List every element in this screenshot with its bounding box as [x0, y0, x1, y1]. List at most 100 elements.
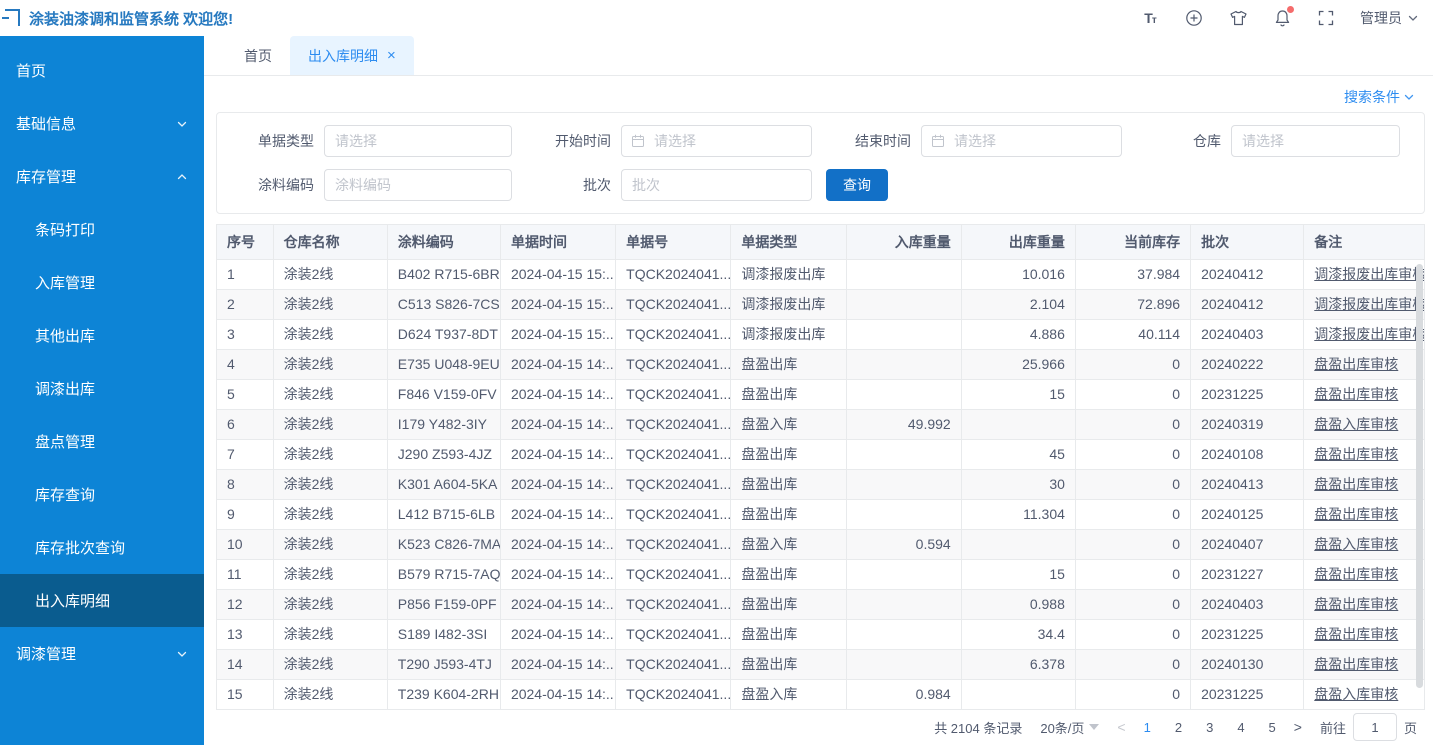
sidebar-subitem-入库管理[interactable]: 入库管理 — [0, 256, 204, 309]
topbar: 涂装油漆调和监管系统 欢迎您! Tт 管理员 — [0, 0, 1433, 36]
input-批次[interactable] — [621, 169, 812, 201]
sidebar-item-调漆管理[interactable]: 调漆管理 — [0, 627, 204, 680]
remark-link[interactable]: 盘盈出库审核 — [1314, 566, 1398, 582]
cell-序号: 7 — [217, 439, 273, 469]
cell-当前库存: 37.984 — [1075, 259, 1190, 289]
page-number-1[interactable]: 1 — [1144, 720, 1151, 735]
field-label: 仓库 — [1136, 131, 1221, 151]
page-size-select[interactable]: 20条/页 — [1040, 718, 1099, 737]
sidebar-subitem-条码打印[interactable]: 条码打印 — [0, 203, 204, 256]
font-size-icon[interactable]: Tт — [1140, 8, 1160, 28]
cell-出库重量: 15 — [961, 379, 1075, 409]
sidebar-subitem-库存查询[interactable]: 库存查询 — [0, 468, 204, 521]
cell-仓库名称: 涂装2线 — [273, 649, 387, 679]
cell-单据类型: 盘盈入库 — [731, 529, 846, 559]
sidebar-subitem-出入库明细[interactable]: 出入库明细 — [0, 574, 204, 627]
remark-link[interactable]: 盘盈入库审核 — [1314, 416, 1398, 432]
sidebar-item-首页[interactable]: 首页 — [0, 44, 204, 97]
cell-单据时间: 2024-04-15 14:... — [500, 349, 615, 379]
sidebar-subitem-盘点管理[interactable]: 盘点管理 — [0, 415, 204, 468]
cell-备注: 调漆报废出库审核 — [1304, 289, 1424, 319]
cell-入库重量 — [846, 559, 961, 589]
remark-link[interactable]: 盘盈出库审核 — [1314, 626, 1398, 642]
sidebar-subitem-调漆出库[interactable]: 调漆出库 — [0, 362, 204, 415]
menu-item-label: 条码打印 — [35, 219, 188, 240]
cell-当前库存: 40.114 — [1075, 319, 1190, 349]
cell-涂料编码: B579 R715-7AQ — [387, 559, 500, 589]
remark-link[interactable]: 调漆报废出库审核 — [1314, 326, 1424, 342]
search-conditions-toggle[interactable]: 搜索条件 — [1344, 87, 1415, 107]
cell-单据号: TQCK2024041.... — [616, 409, 731, 439]
input-wrap — [621, 125, 812, 157]
remark-link[interactable]: 调漆报废出库审核 — [1314, 266, 1424, 282]
sidebar-item-基础信息[interactable]: 基础信息 — [0, 97, 204, 150]
cell-批次: 20240403 — [1191, 319, 1304, 349]
cell-单据时间: 2024-04-15 14:... — [500, 619, 615, 649]
remark-link[interactable]: 盘盈出库审核 — [1314, 386, 1398, 402]
cell-出库重量: 6.378 — [961, 649, 1075, 679]
cell-仓库名称: 涂装2线 — [273, 529, 387, 559]
vertical-scrollbar[interactable] — [1415, 261, 1423, 707]
cell-出库重量: 30 — [961, 469, 1075, 499]
cell-出库重量: 45 — [961, 439, 1075, 469]
input-单据类型[interactable] — [324, 125, 512, 157]
input-仓库[interactable] — [1231, 125, 1400, 157]
column-header-单据号: 单据号 — [616, 225, 731, 259]
cell-单据时间: 2024-04-15 15:... — [500, 259, 615, 289]
goto-unit: 页 — [1404, 718, 1417, 737]
remark-link[interactable]: 盘盈出库审核 — [1314, 596, 1398, 612]
sidebar-subitem-库存批次查询[interactable]: 库存批次查询 — [0, 521, 204, 574]
cell-批次: 20231225 — [1191, 679, 1304, 709]
goto-page-input[interactable] — [1353, 713, 1397, 741]
cell-入库重量 — [846, 589, 961, 619]
cell-当前库存: 0 — [1075, 469, 1190, 499]
cell-序号: 11 — [217, 559, 273, 589]
cell-批次: 20240407 — [1191, 529, 1304, 559]
cell-当前库存: 72.896 — [1075, 289, 1190, 319]
remark-link[interactable]: 盘盈入库审核 — [1314, 536, 1398, 552]
cell-仓库名称: 涂装2线 — [273, 319, 387, 349]
page-number-3[interactable]: 3 — [1206, 720, 1213, 735]
plus-circle-icon[interactable] — [1184, 8, 1204, 28]
tab-inout-detail[interactable]: 出入库明细 × — [290, 36, 414, 75]
cell-备注: 盘盈出库审核 — [1304, 589, 1424, 619]
page-number-4[interactable]: 4 — [1237, 720, 1244, 735]
remark-link[interactable]: 调漆报废出库审核 — [1314, 296, 1424, 312]
remark-link[interactable]: 盘盈出库审核 — [1314, 356, 1398, 372]
search-field-开始时间: 开始时间 — [526, 125, 826, 157]
sidebar-item-库存管理[interactable]: 库存管理 — [0, 150, 204, 203]
page-number-2[interactable]: 2 — [1175, 720, 1182, 735]
cell-备注: 盘盈出库审核 — [1304, 649, 1424, 679]
calendar-icon — [931, 134, 945, 148]
cell-单据时间: 2024-04-15 14:... — [500, 679, 615, 709]
remark-link[interactable]: 盘盈出库审核 — [1314, 506, 1398, 522]
page-number-5[interactable]: 5 — [1269, 720, 1276, 735]
cell-单据类型: 盘盈出库 — [731, 379, 846, 409]
input-开始时间[interactable] — [621, 125, 812, 157]
remark-link[interactable]: 盘盈出库审核 — [1314, 656, 1398, 672]
remark-link[interactable]: 盘盈出库审核 — [1314, 446, 1398, 462]
fullscreen-icon[interactable] — [1316, 8, 1336, 28]
app-title: 涂装油漆调和监管系统 欢迎您! — [29, 8, 233, 29]
input-结束时间[interactable] — [921, 125, 1122, 157]
tab-home[interactable]: 首页 — [226, 36, 290, 75]
remark-link[interactable]: 盘盈出库审核 — [1314, 476, 1398, 492]
remark-link[interactable]: 盘盈入库审核 — [1314, 686, 1398, 702]
cell-出库重量: 11.304 — [961, 499, 1075, 529]
next-page-button[interactable]: > — [1294, 719, 1302, 735]
close-icon[interactable]: × — [387, 48, 396, 63]
cell-当前库存: 0 — [1075, 439, 1190, 469]
theme-shirt-icon[interactable] — [1228, 8, 1248, 28]
scrollbar-thumb[interactable] — [1416, 264, 1423, 688]
search-field-仓库: 仓库 — [1136, 125, 1414, 157]
cell-单据号: TQCK2024041.... — [616, 619, 731, 649]
prev-page-button[interactable]: < — [1117, 719, 1125, 735]
notification-badge — [1287, 6, 1294, 13]
notification-bell-icon[interactable] — [1272, 8, 1292, 28]
query-button[interactable]: 查询 — [826, 169, 888, 201]
input-涂料编码[interactable] — [324, 169, 512, 201]
table-header-row: 序号仓库名称涂料编码单据时间单据号单据类型入库重量出库重量当前库存批次备注 — [217, 225, 1424, 259]
sidebar-subitem-其他出库[interactable]: 其他出库 — [0, 309, 204, 362]
user-menu[interactable]: 管理员 — [1360, 8, 1419, 28]
cell-当前库存: 0 — [1075, 649, 1190, 679]
